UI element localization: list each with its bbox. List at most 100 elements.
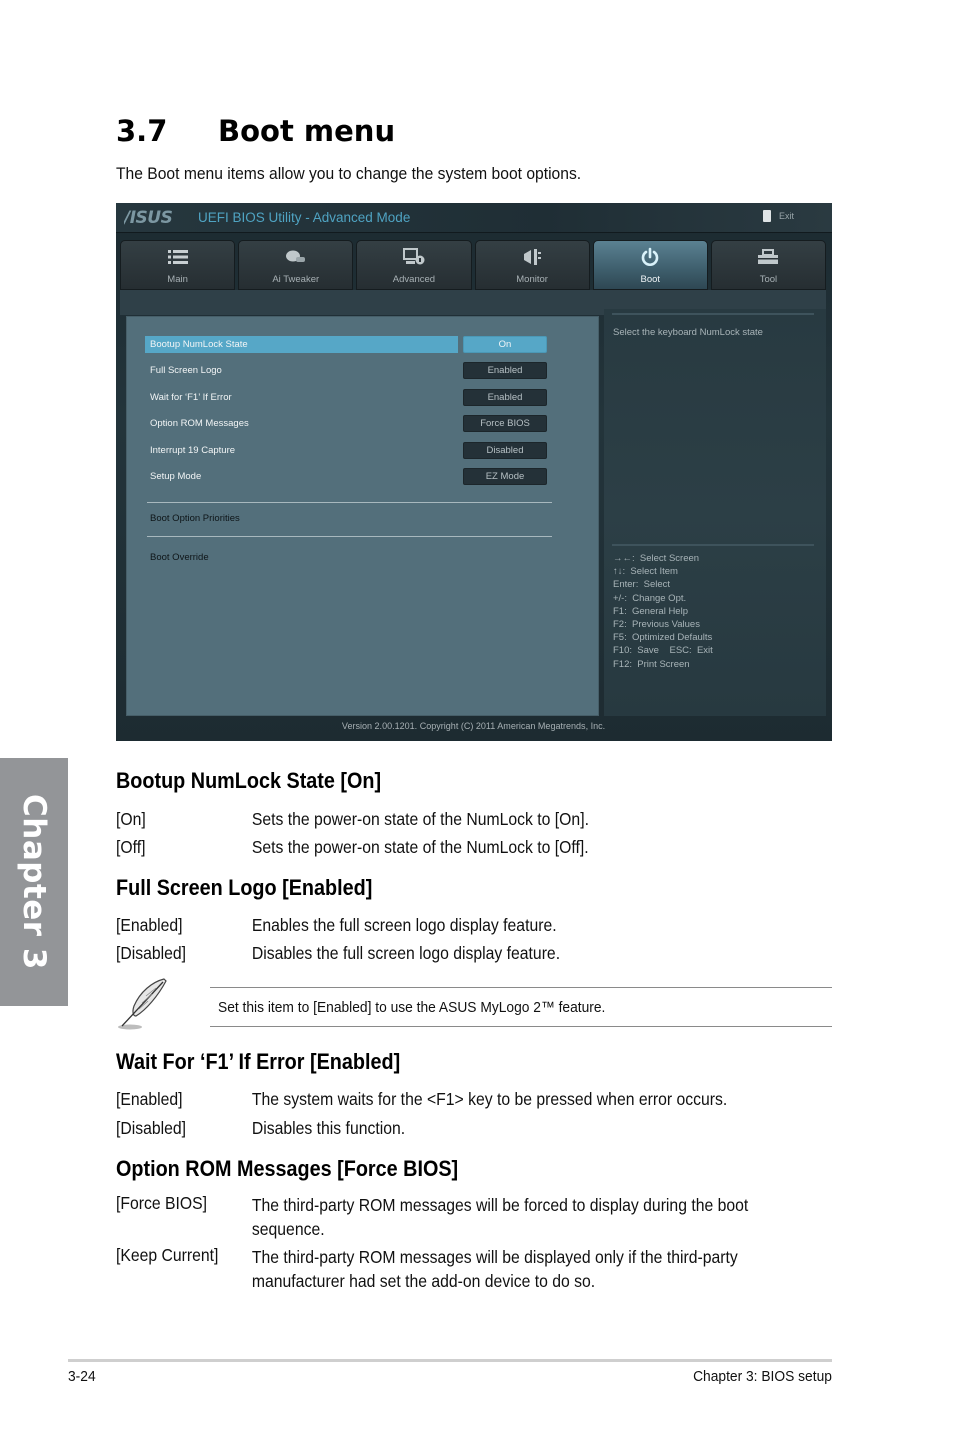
option-row: [Disabled] Disables this function. bbox=[116, 1118, 405, 1139]
heading-full-screen-logo: Full Screen Logo [Enabled] bbox=[116, 875, 373, 900]
tab-label: Monitor bbox=[516, 274, 548, 285]
power-icon bbox=[639, 247, 661, 266]
tab-monitor[interactable]: Monitor bbox=[474, 240, 590, 290]
list-icon bbox=[167, 248, 189, 266]
section-intro: The Boot menu items allow you to change … bbox=[116, 164, 582, 183]
bios-screenshot: /ISUS UEFI BIOS Utility - Advanced Mode … bbox=[116, 203, 832, 741]
bios-title: UEFI BIOS Utility - Advanced Mode bbox=[198, 210, 411, 225]
bios-title-bar: /ISUS UEFI BIOS Utility - Advanced Mode … bbox=[116, 203, 832, 233]
tab-advanced[interactable]: Advanced bbox=[356, 240, 472, 290]
help-panel: Select the keyboard NumLock state →←: Se… bbox=[604, 309, 826, 716]
option-key: [Keep Current] bbox=[116, 1245, 219, 1265]
setting-value[interactable]: Enabled bbox=[463, 362, 547, 379]
exit-door-icon bbox=[762, 210, 771, 222]
tab-label: Advanced bbox=[392, 274, 436, 285]
tab-tool[interactable]: Tool bbox=[710, 240, 827, 290]
key-legend-line: ↑↓: Select Item bbox=[613, 566, 678, 578]
option-desc: Sets the power-on state of the NumLock t… bbox=[251, 809, 589, 829]
advanced-icon bbox=[402, 248, 425, 266]
footer-chapter-title: Chapter 3: BIOS setup bbox=[693, 1368, 832, 1385]
option-desc: The third-party ROM messages will be dis… bbox=[251, 1247, 738, 1291]
setting-value[interactable]: Enabled bbox=[463, 389, 547, 406]
key-legend-line: →←: Select Screen bbox=[613, 553, 700, 564]
heading-bootup-numlock: Bootup NumLock State [On] bbox=[116, 768, 382, 793]
option-desc: Disables the full screen logo display fe… bbox=[251, 943, 561, 963]
key-legend-line: Enter: Select bbox=[613, 579, 671, 591]
asus-logo: /ISUS bbox=[122, 208, 190, 231]
setting-full-screen-logo[interactable]: Full Screen Logo bbox=[145, 362, 458, 379]
bios-tabs: Main Ai Tweaker Advanced Monitor Boot To… bbox=[120, 240, 827, 290]
option-key: [Enabled] bbox=[116, 1089, 183, 1109]
option-row: [Enabled] The system waits for the <F1> k… bbox=[116, 1089, 727, 1110]
svg-text:/ISUS: /ISUS bbox=[124, 208, 173, 226]
settings-panel: Bootup NumLock State On Full Screen Logo… bbox=[126, 316, 599, 716]
key-legend-line: +/-: Change Opt. bbox=[613, 592, 687, 604]
option-key: [Off] bbox=[116, 837, 146, 857]
tab-label: Ai Tweaker bbox=[272, 274, 320, 285]
exit-button[interactable]: Exit bbox=[762, 210, 794, 222]
option-key: [Disabled] bbox=[116, 943, 187, 963]
option-row: [On] Sets the power-on state of the NumLo… bbox=[116, 809, 589, 830]
monitor-icon bbox=[521, 248, 543, 266]
option-desc: Enables the full screen logo display fea… bbox=[251, 915, 557, 935]
key-legend-line: F10: Save ESC: Exit bbox=[613, 645, 713, 657]
option-key: [Enabled] bbox=[116, 915, 183, 935]
option-desc: Disables this function. bbox=[251, 1118, 406, 1138]
page-number: 3-24 bbox=[68, 1368, 96, 1385]
option-key: [Force BIOS] bbox=[116, 1193, 208, 1213]
setting-value[interactable]: Disabled bbox=[463, 442, 547, 459]
heading-option-rom-messages: Option ROM Messages [Force BIOS] bbox=[116, 1156, 459, 1181]
section-name: Boot menu bbox=[218, 114, 396, 148]
option-key: [On] bbox=[116, 809, 146, 829]
tab-label: Main bbox=[167, 274, 188, 285]
bios-version-footer: Version 2.00.1201. Copyright (C) 2011 Am… bbox=[116, 721, 832, 732]
note-box: Set this item to [Enabled] to use the AS… bbox=[116, 976, 832, 1032]
setting-value[interactable]: Force BIOS bbox=[463, 415, 547, 432]
bios-version-text: Version 2.00.1201. Copyright (C) 2011 Am… bbox=[342, 721, 606, 732]
heading-wait-for-f1: Wait For ‘F1’ If Error [Enabled] bbox=[116, 1049, 401, 1074]
option-desc: The system waits for the <F1> key to be … bbox=[251, 1089, 728, 1109]
divider bbox=[147, 536, 552, 537]
setting-bootup-numlock-state[interactable]: Bootup NumLock State bbox=[145, 336, 458, 353]
option-desc: The third-party ROM messages will be for… bbox=[251, 1195, 749, 1239]
section-title: 3.7 Boot menu bbox=[116, 114, 395, 148]
submenu-boot-override[interactable]: Boot Override bbox=[150, 552, 209, 563]
option-key: [Disabled] bbox=[116, 1118, 187, 1138]
option-row: [Force BIOS] The third-party ROM messages… bbox=[116, 1193, 801, 1241]
setting-setup-mode[interactable]: Setup Mode bbox=[145, 468, 458, 485]
note-rule-bottom bbox=[210, 1026, 832, 1027]
feather-pen-icon bbox=[116, 976, 172, 1032]
divider bbox=[147, 502, 552, 503]
option-desc: Sets the power-on state of the NumLock t… bbox=[251, 837, 589, 857]
note-text: Set this item to [Enabled] to use the AS… bbox=[218, 999, 606, 1016]
tab-main[interactable]: Main bbox=[120, 240, 236, 290]
submenu-boot-option-priorities[interactable]: Boot Option Priorities bbox=[150, 513, 240, 524]
tab-boot[interactable]: Boot bbox=[592, 240, 708, 290]
exit-label: Exit bbox=[778, 211, 794, 221]
key-legend-line: F1: General Help bbox=[613, 605, 688, 617]
key-legend-line: F5: Optimized Defaults bbox=[613, 632, 713, 644]
tweaker-icon bbox=[285, 248, 307, 266]
setting-value[interactable]: On bbox=[463, 336, 547, 353]
help-text: Select the keyboard NumLock state bbox=[613, 327, 763, 338]
footer-rule bbox=[68, 1359, 832, 1362]
tab-label: Boot bbox=[640, 274, 661, 285]
tab-ai-tweaker[interactable]: Ai Tweaker bbox=[238, 240, 354, 290]
divider bbox=[612, 313, 814, 315]
setting-wait-for-f1[interactable]: Wait for ‘F1’ If Error bbox=[145, 389, 458, 406]
setting-interrupt-19-capture[interactable]: Interrupt 19 Capture bbox=[145, 442, 458, 459]
key-legend: →←: Select Screen ↑↓: Select Item Enter:… bbox=[613, 552, 713, 671]
note-rule-top bbox=[210, 987, 832, 988]
tab-label: Tool bbox=[759, 274, 778, 285]
option-row: [Off] Sets the power-on state of the NumL… bbox=[116, 837, 589, 858]
option-row: [Keep Current] The third-party ROM messag… bbox=[116, 1245, 801, 1293]
key-legend-line: F12: Print Screen bbox=[613, 658, 690, 670]
divider bbox=[612, 544, 814, 546]
option-row: [Disabled] Disables the full screen logo … bbox=[116, 943, 560, 964]
chapter-tab-label: Chapter 3 bbox=[16, 794, 52, 970]
section-number: 3.7 bbox=[116, 114, 168, 148]
chapter-tab: Chapter 3 bbox=[0, 758, 68, 1006]
key-legend-line: F2: Previous Values bbox=[613, 619, 700, 631]
setting-option-rom-messages[interactable]: Option ROM Messages bbox=[145, 415, 458, 432]
setting-value[interactable]: EZ Mode bbox=[463, 468, 547, 485]
